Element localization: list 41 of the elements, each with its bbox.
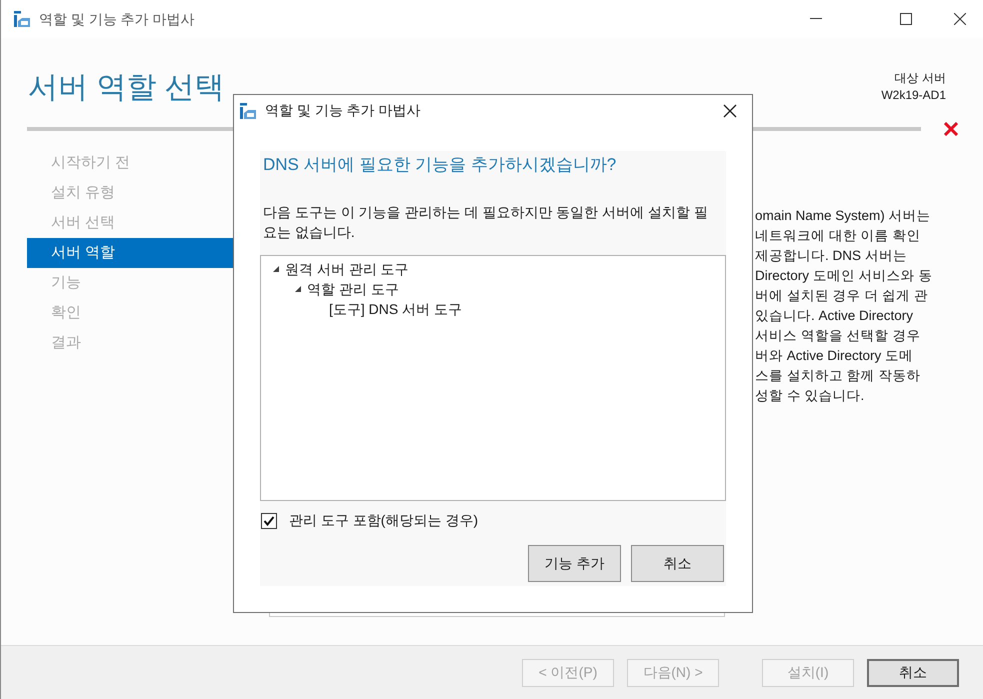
tree-item[interactable]: 역할 관리 도구 [307,278,399,300]
page-title: 서버 역할 선택 [28,70,225,106]
target-server-label: 대상 서버 [894,70,946,87]
tree-item[interactable]: 원격 서버 관리 도구 [285,258,409,280]
maximize-icon [900,13,912,25]
nav-item[interactable]: 서버 선택 [27,208,233,238]
nav-item[interactable]: 확인 [27,298,233,328]
footer-button[interactable]: 취소 [867,658,959,686]
description-line: Directory 도메인 서비스와 동 [755,267,932,285]
nav-item[interactable]: 설치 유형 [27,178,233,208]
checkbox-label: 관리 도구 포함(해당되는 경우) [289,511,478,530]
dialog-button[interactable]: 취소 [631,545,724,582]
expanded-arrow-icon[interactable] [272,265,280,273]
dialog-button[interactable]: 기능 추가 [528,545,621,582]
dialog-title: 역할 및 기능 추가 마법사 [265,101,421,120]
description-line: 성할 수 있습니다. [755,387,866,405]
wizard-icon [13,10,31,28]
dialog-heading: DNS 서버에 필요한 기능을 추가하시겠습니까? [262,154,618,176]
target-server-name: W2k19-AD1 [881,87,946,104]
description-line: omain Name System) 서버는 [755,207,932,225]
description-line: 서비스 역할을 선택할 경우 [755,327,922,345]
description-line: 버에 설치된 경우 더 쉽게 관 [755,287,929,305]
description-line: 네트워크에 대한 이름 확인 [755,227,922,245]
tree-item[interactable]: [도구] DNS 서버 도구 [329,298,462,320]
error-icon [944,122,958,136]
nav-item[interactable]: 기능 [27,268,233,298]
expanded-arrow-icon[interactable] [294,285,302,293]
dialog-message: 다음 도구는 이 기능을 관리하는 데 필요하지만 동일한 서버에 설치할 필요는 없습니다. [262,203,709,242]
window-title: 역할 및 기능 추가 마법사 [39,10,195,28]
description-line: 스를 설치하고 함께 작동하 [755,367,922,385]
description-line: 있습니다. Active Directory [755,307,914,325]
description-line: 제공합니다. DNS 서버는 [755,247,908,265]
description-line: 버와 Active Directory 도메 [755,347,914,365]
wizard-icon [239,102,257,120]
nav-item[interactable]: 시작하기 전 [27,148,233,178]
checkbox[interactable] [261,512,277,528]
nav-item[interactable]: 서버 역할 [27,238,233,268]
minimize-icon [810,18,822,20]
nav-item[interactable]: 결과 [27,328,233,358]
close-icon [723,104,737,118]
close-icon [954,13,966,25]
